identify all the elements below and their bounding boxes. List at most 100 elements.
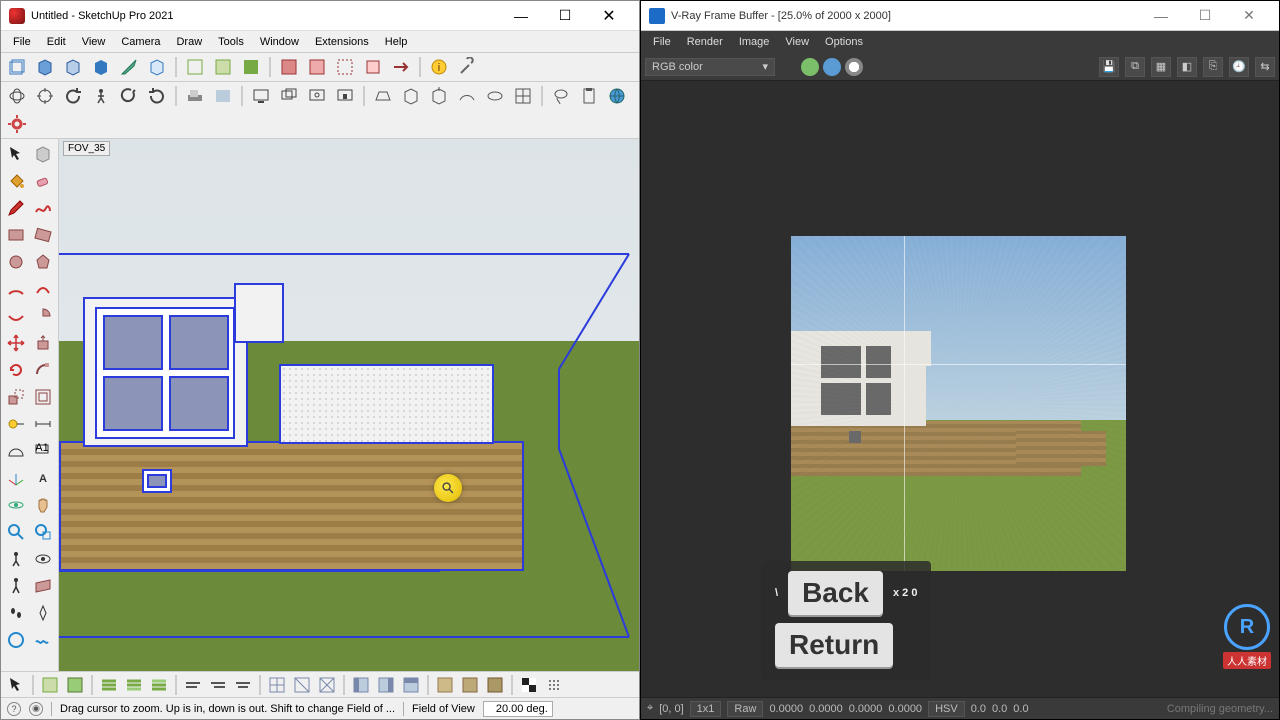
arc-icon[interactable]	[3, 276, 29, 302]
orbit-icon[interactable]	[5, 84, 29, 108]
sandbox-grid-icon[interactable]	[511, 84, 535, 108]
shadow-icon[interactable]	[183, 84, 207, 108]
vray-close-button[interactable]: ✕	[1227, 2, 1271, 30]
axes-icon[interactable]	[3, 465, 29, 491]
section-plane2-icon[interactable]	[30, 573, 56, 599]
texture-c-icon[interactable]	[484, 674, 506, 696]
texture-b-icon[interactable]	[459, 674, 481, 696]
two-point-arc-icon[interactable]	[30, 276, 56, 302]
offset-icon[interactable]	[30, 384, 56, 410]
panel3-icon[interactable]	[400, 674, 422, 696]
channel-green-icon[interactable]	[801, 58, 819, 76]
clipboard-icon[interactable]	[577, 84, 601, 108]
vray-menu-options[interactable]: Options	[817, 33, 871, 51]
pan-hand-icon[interactable]	[30, 492, 56, 518]
sketchup-titlebar[interactable]: Untitled - SketchUp Pro 2021 — ☐ ✕	[1, 1, 639, 31]
vray-maximize-button[interactable]: ☐	[1183, 2, 1227, 30]
link-icon[interactable]: ⎘	[1203, 57, 1223, 77]
zoom-icon[interactable]	[3, 519, 29, 545]
orbit2-icon[interactable]	[3, 492, 29, 518]
help-icon[interactable]: ?	[7, 702, 21, 716]
channel-alpha-icon[interactable]	[845, 58, 863, 76]
paint-bucket-icon[interactable]	[3, 168, 29, 194]
minimize-button[interactable]: —	[499, 2, 543, 30]
cube-shaded-icon[interactable]	[33, 55, 57, 79]
section-plane-icon[interactable]	[361, 55, 385, 79]
position-camera-icon[interactable]	[3, 546, 29, 572]
color-mode[interactable]: HSV	[928, 701, 965, 717]
compare-icon[interactable]: ⇆	[1255, 57, 1275, 77]
layer-a-icon[interactable]	[39, 674, 61, 696]
walk-icon[interactable]	[89, 84, 113, 108]
dimension-icon[interactable]	[30, 411, 56, 437]
vray-minimize-button[interactable]: —	[1139, 2, 1183, 30]
stack3-icon[interactable]	[148, 674, 170, 696]
align-b-icon[interactable]	[207, 674, 229, 696]
freehand-icon[interactable]	[30, 195, 56, 221]
menu-help[interactable]: Help	[377, 33, 416, 51]
grid2-icon[interactable]	[291, 674, 313, 696]
section-cut-icon[interactable]	[305, 55, 329, 79]
checker-icon[interactable]	[518, 674, 540, 696]
align-c-icon[interactable]	[232, 674, 254, 696]
align-a-icon[interactable]	[182, 674, 204, 696]
history-icon[interactable]: 🕘	[1229, 57, 1249, 77]
channel-dropdown[interactable]: RGB color▾	[645, 58, 775, 76]
3dtext-icon[interactable]: A	[30, 465, 56, 491]
style-shaded-icon[interactable]	[239, 55, 263, 79]
menu-window[interactable]: Window	[252, 33, 307, 51]
rectangle-icon[interactable]	[3, 222, 29, 248]
vray-waves-icon[interactable]	[30, 627, 56, 653]
grid-size[interactable]: 1x1	[690, 701, 722, 717]
field-of-view-value[interactable]: 20.00 deg.	[483, 701, 553, 717]
settings-wrench-icon[interactable]	[455, 55, 479, 79]
sketchup-viewport[interactable]: FOV_35	[59, 139, 639, 671]
quill-icon[interactable]	[117, 55, 141, 79]
three-point-arc-icon[interactable]	[3, 303, 29, 329]
menu-extensions[interactable]: Extensions	[307, 33, 377, 51]
vray-titlebar[interactable]: V-Ray Frame Buffer - [25.0% of 2000 x 20…	[641, 1, 1279, 31]
stack2-icon[interactable]	[123, 674, 145, 696]
look-icon[interactable]	[117, 84, 141, 108]
menu-draw[interactable]: Draw	[168, 33, 210, 51]
polygon-icon[interactable]	[30, 249, 56, 275]
rotate-icon[interactable]	[3, 357, 29, 383]
texture-a-icon[interactable]	[434, 674, 456, 696]
gear-red-icon[interactable]	[5, 112, 29, 136]
protractor-icon[interactable]	[3, 438, 29, 464]
copy-icon[interactable]: ⧉	[1125, 57, 1145, 77]
save-icon[interactable]: 💾	[1099, 57, 1119, 77]
sandbox-drape-icon[interactable]	[483, 84, 507, 108]
screen-icon[interactable]	[249, 84, 273, 108]
vray-viewport[interactable]: \ Back x 2 0 Return R 人人素材	[641, 81, 1279, 697]
lasso-icon[interactable]	[549, 84, 573, 108]
footprints-icon[interactable]	[3, 600, 29, 626]
circle-icon[interactable]	[3, 249, 29, 275]
stack1-icon[interactable]	[98, 674, 120, 696]
maximize-button[interactable]: ☐	[543, 2, 587, 30]
eraser-icon[interactable]	[30, 168, 56, 194]
component-cube-icon[interactable]	[30, 141, 56, 167]
close-button[interactable]: ✕	[587, 2, 631, 30]
user-icon[interactable]: ◉	[29, 702, 43, 716]
raw-toggle[interactable]: Raw	[727, 701, 763, 717]
pan-icon[interactable]	[33, 84, 57, 108]
vray-menu-view[interactable]: View	[777, 33, 817, 51]
menu-view[interactable]: View	[74, 33, 114, 51]
tape-icon[interactable]	[3, 411, 29, 437]
scale-icon[interactable]	[3, 384, 29, 410]
sandbox-projected-icon[interactable]	[427, 84, 451, 108]
channel-blue-icon[interactable]	[823, 58, 841, 76]
sandbox-stamp-icon[interactable]	[371, 84, 395, 108]
style-wireframe-icon[interactable]	[183, 55, 207, 79]
cube-solid-icon[interactable]	[89, 55, 113, 79]
look-around-icon[interactable]	[30, 546, 56, 572]
menu-file[interactable]: File	[5, 33, 39, 51]
menu-camera[interactable]: Camera	[113, 33, 168, 51]
sandbox-cube-icon[interactable]	[399, 84, 423, 108]
cube-light-icon[interactable]	[145, 55, 169, 79]
move-icon[interactable]	[3, 330, 29, 356]
channel-red-icon[interactable]	[779, 58, 797, 76]
style-hidden-icon[interactable]	[211, 55, 235, 79]
zoom-undo-icon[interactable]	[61, 84, 85, 108]
